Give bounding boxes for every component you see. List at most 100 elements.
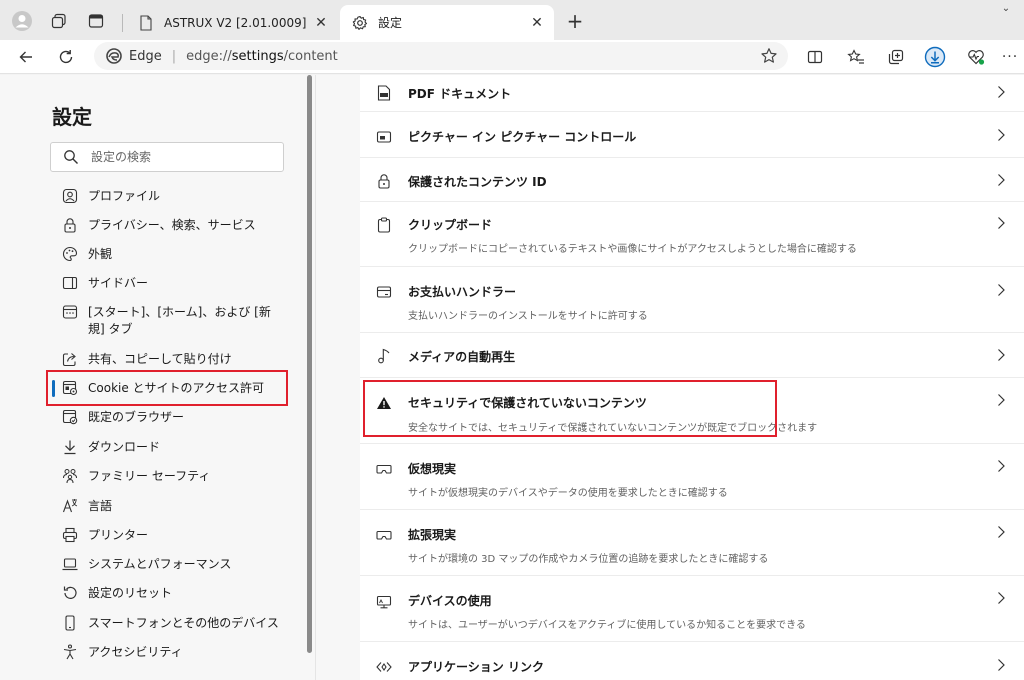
setting-row-pdf-documents[interactable]: PDF ドキュメント xyxy=(360,75,1024,112)
sidebar-item-start-home-newtab[interactable]: [スタート]、[ホーム]、および [新規] タブ xyxy=(50,304,290,338)
sidebar-item-downloads[interactable]: ダウンロード xyxy=(50,439,290,455)
sidebar-item-label: システムとパフォーマンス xyxy=(88,557,232,571)
arrow-left-icon xyxy=(19,51,32,63)
close-tab-button[interactable]: ✕ xyxy=(526,12,548,34)
sidebar-item-privacy[interactable]: プライバシー、検索、サービス xyxy=(50,217,290,233)
url-text: edge://settings/content xyxy=(186,49,338,64)
setting-title: ピクチャー イン ピクチャー コントロール xyxy=(408,130,637,144)
chevron-right-icon xyxy=(998,659,1005,671)
tab-strip: ASTRUX V2 [2.01.0009] ✕ 設定 ✕ + ⌄ xyxy=(0,0,1024,40)
refresh-button[interactable] xyxy=(52,43,80,71)
annotation-highlight-box xyxy=(363,380,777,437)
tab-astrux[interactable]: ASTRUX V2 [2.01.0009] ✕ xyxy=(126,5,338,40)
setting-row-virtual-reality[interactable]: 仮想現実 サイトが仮想現実のデバイスやデータの使用を要求したときに確認する xyxy=(360,444,1024,510)
sidebar-item-accessibility[interactable]: アクセシビリティ xyxy=(50,644,290,660)
sidebar-item-label: 外観 xyxy=(88,247,113,261)
url-prefix: edge:// xyxy=(186,48,232,64)
chevron-right-icon xyxy=(998,592,1005,604)
family-icon xyxy=(62,468,78,484)
sidebar-item-label: サイドバー xyxy=(88,276,149,290)
more-icon: ··· xyxy=(1001,49,1019,65)
card-icon xyxy=(376,284,392,300)
sidebar-item-appearance[interactable]: 外観 xyxy=(50,246,290,262)
sidebar-item-languages[interactable]: 言語 xyxy=(50,498,290,514)
chevron-down-icon[interactable]: ⌄ xyxy=(996,3,1016,17)
lock-icon xyxy=(62,217,78,233)
chevron-right-icon xyxy=(998,86,1005,98)
new-tab-button[interactable]: + xyxy=(563,10,587,34)
split-screen-button[interactable] xyxy=(801,43,829,71)
gear-icon xyxy=(352,15,368,31)
setting-title: PDF ドキュメント xyxy=(408,87,512,101)
picture-in-picture-icon xyxy=(376,129,392,145)
plus-icon: + xyxy=(566,9,584,33)
browser-essentials-button[interactable] xyxy=(962,43,990,71)
profile-avatar-button[interactable] xyxy=(9,8,35,34)
sidebar-item-system-performance[interactable]: システムとパフォーマンス xyxy=(50,556,290,572)
close-tab-button[interactable]: ✕ xyxy=(310,12,332,34)
collections-button[interactable] xyxy=(882,43,910,71)
sidebar-item-reset-settings[interactable]: 設定のリセット xyxy=(50,585,290,601)
setting-row-media-autoplay[interactable]: メディアの自動再生 xyxy=(360,333,1024,378)
site-label: Edge xyxy=(129,48,162,64)
setting-description: クリップボードにコピーされているテキストや画像にサイトがアクセスしようとした場合… xyxy=(408,244,857,255)
search-input[interactable] xyxy=(91,150,271,164)
search-icon xyxy=(64,150,78,164)
setting-row-application-links[interactable]: アプリケーション リンク xyxy=(360,642,1024,680)
profile-icon xyxy=(62,188,78,204)
phone-icon xyxy=(62,615,78,631)
sidebar-item-label: 設定のリセット xyxy=(88,586,173,600)
setting-row-picture-in-picture[interactable]: ピクチャー イン ピクチャー コントロール xyxy=(360,112,1024,158)
sidebar-item-label: ファミリー セーフティ xyxy=(88,469,211,483)
more-options-button[interactable]: ··· xyxy=(996,43,1024,71)
reset-icon xyxy=(62,585,78,601)
downloads-button[interactable] xyxy=(921,43,949,71)
sidebar-item-label: プリンター xyxy=(88,528,149,542)
default-browser-icon xyxy=(62,409,78,425)
sidebar-item-sidebar[interactable]: サイドバー xyxy=(50,275,290,291)
sidebar-item-family-safety[interactable]: ファミリー セーフティ xyxy=(50,468,290,484)
setting-title: お支払いハンドラー xyxy=(408,285,517,299)
sidebar-item-phone-devices[interactable]: スマートフォンとその他のデバイス xyxy=(50,615,290,631)
monitor-icon xyxy=(376,594,392,610)
setting-row-clipboard[interactable]: クリップボード クリップボードにコピーされているテキストや画像にサイトがアクセス… xyxy=(360,202,1024,267)
music-note-icon xyxy=(376,348,392,364)
sidebar-item-profile[interactable]: プロファイル xyxy=(50,188,290,204)
setting-title: 仮想現実 xyxy=(408,462,457,476)
vr-headset-icon xyxy=(376,461,392,477)
chevron-right-icon xyxy=(998,174,1005,186)
settings-sidebar: 設定 プロファイル プライバシー、検索、サービス 外観 サイドバー [スタート]… xyxy=(0,75,316,680)
language-icon xyxy=(62,498,78,514)
tab-actions-button[interactable] xyxy=(83,8,109,34)
tab-settings[interactable]: 設定 ✕ xyxy=(340,5,554,40)
favorite-star-icon[interactable] xyxy=(760,47,778,65)
sidebar-item-label: ダウンロード xyxy=(88,440,161,454)
sidebar-item-printers[interactable]: プリンター xyxy=(50,527,290,543)
setting-description: 支払いハンドラーのインストールをサイトに許可する xyxy=(408,311,648,322)
sidebar-item-share-copy-paste[interactable]: 共有、コピーして貼り付け xyxy=(50,351,290,367)
workspaces-button[interactable] xyxy=(46,8,72,34)
laptop-icon xyxy=(62,556,78,572)
sidebar-item-default-browser[interactable]: 既定のブラウザー xyxy=(50,409,290,425)
page-title: 設定 xyxy=(52,105,92,129)
sidebar-scrollbar[interactable] xyxy=(306,75,314,655)
setting-row-payment-handlers[interactable]: お支払いハンドラー 支払いハンドラーのインストールをサイトに許可する xyxy=(360,267,1024,333)
back-button[interactable] xyxy=(12,43,40,71)
document-icon xyxy=(138,14,154,31)
setting-row-protected-content-id[interactable]: 保護されたコンテンツ ID xyxy=(360,158,1024,202)
address-bar[interactable]: Edge | edge://settings/content xyxy=(94,42,788,70)
edge-logo-icon xyxy=(106,48,122,64)
site-permissions-list: PDF ドキュメント ピクチャー イン ピクチャー コントロール 保護されたコン… xyxy=(360,75,1024,680)
setting-row-device-use[interactable]: デバイスの使用 サイトは、ユーザーがいつデバイスをアクティブに使用しているか知る… xyxy=(360,576,1024,642)
sidebar-item-label: プロファイル xyxy=(88,189,161,203)
lock-icon xyxy=(376,173,392,189)
navigation-bar: Edge | edge://settings/content ··· xyxy=(0,40,1024,74)
scrollbar-thumb[interactable] xyxy=(307,75,312,653)
setting-row-augmented-reality[interactable]: 拡張現実 サイトが環境の 3D マップの作成やカメラ位置の追跡を要求したときに確… xyxy=(360,510,1024,576)
share-icon xyxy=(62,351,78,367)
sidebar-item-label: 既定のブラウザー xyxy=(88,410,185,424)
refresh-icon xyxy=(59,50,73,64)
download-icon xyxy=(924,46,946,68)
settings-search-box[interactable] xyxy=(50,142,284,172)
favorites-button[interactable] xyxy=(842,43,870,71)
